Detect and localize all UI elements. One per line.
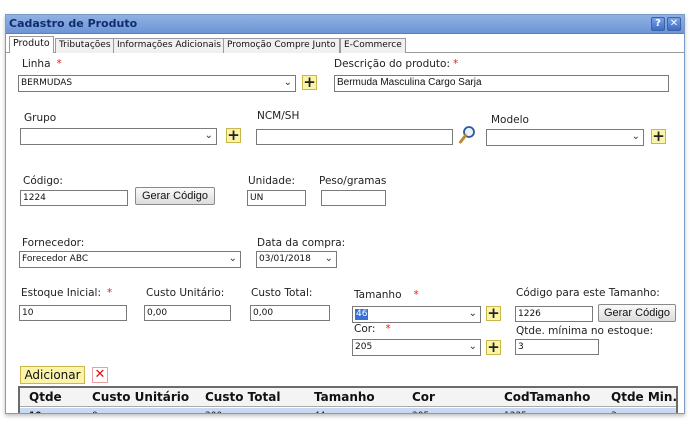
gerar-codigo-button[interactable]: Gerar Código <box>135 187 215 205</box>
cell-cor: 205 <box>412 411 429 413</box>
grupo-label: Grupo <box>24 112 57 124</box>
custo-total-label: Custo Total: <box>251 287 313 299</box>
chevron-down-icon: ⌄ <box>631 131 640 142</box>
add-cor-button[interactable]: + <box>486 340 501 355</box>
col-custo-unitario[interactable]: Custo Unitário <box>92 390 189 404</box>
modelo-label: Modelo <box>491 114 529 126</box>
chevron-down-icon: ⌄ <box>204 130 213 141</box>
add-linha-button[interactable]: + <box>302 75 317 90</box>
col-codtamanho[interactable]: CodTamanho <box>504 390 590 404</box>
custo-unitario-label: Custo Unitário: <box>146 287 225 299</box>
qtde-minima-input[interactable]: 3 <box>515 339 599 355</box>
data-compra-label: Data da compra: <box>257 237 346 249</box>
add-tamanho-button[interactable]: + <box>486 306 501 321</box>
cell-qtde: 10 <box>29 411 42 413</box>
cell-codtamanho: 1225 <box>504 411 527 413</box>
help-button[interactable]: ? <box>651 17 665 31</box>
gerar-codigo-tamanho-button[interactable]: Gerar Código <box>598 304 676 322</box>
qtde-minima-label: Qtde. mínima no estoque: <box>516 325 654 337</box>
descricao-input[interactable]: Bermuda Masculina Cargo Sarja <box>334 75 669 92</box>
custo-unitario-input[interactable]: 0,00 <box>144 305 231 321</box>
chevron-down-icon: ⌄ <box>324 253 333 264</box>
close-button[interactable]: ✕ <box>667 17 681 31</box>
col-custo-total[interactable]: Custo Total <box>205 390 280 404</box>
items-table: Qtde Custo Unitário Custo Total Tamanho … <box>18 386 678 413</box>
tab-strip: Produto Tributações Informações Adiciona… <box>6 36 684 53</box>
tamanho-value: 46 <box>355 309 369 320</box>
linha-select[interactable]: BERMUDAS ⌄ <box>18 75 296 92</box>
ncm-input[interactable] <box>256 129 453 145</box>
codigo-tamanho-input[interactable]: 1226 <box>515 306 593 322</box>
unidade-label: Unidade: <box>248 175 296 187</box>
estoque-inicial-input[interactable]: 10 <box>19 305 127 321</box>
add-modelo-button[interactable]: + <box>651 129 666 144</box>
col-qtde[interactable]: Qtde <box>29 390 62 404</box>
fornecedor-value: Forecedor ABC <box>22 254 89 264</box>
title-bar: Cadastro de Produto ? ✕ <box>6 15 684 34</box>
ncm-label: NCM/SH <box>257 110 300 122</box>
unidade-input[interactable]: UN <box>247 190 306 206</box>
tamanho-select[interactable]: 46 ⌄ <box>352 306 481 323</box>
codigo-tamanho-label: Código para este Tamanho: <box>516 287 660 299</box>
peso-label: Peso/gramas <box>319 175 387 187</box>
codigo-input[interactable]: 1224 <box>20 190 128 206</box>
product-dialog: Cadastro de Produto ? ✕ Produto Tributaç… <box>5 14 685 414</box>
chevron-down-icon: ⌄ <box>468 308 477 319</box>
fornecedor-select[interactable]: Forecedor ABC ⌄ <box>19 251 241 268</box>
cor-value: 205 <box>355 342 373 352</box>
chevron-down-icon: ⌄ <box>228 253 237 264</box>
window-title: Cadastro de Produto <box>9 17 138 30</box>
data-compra-value: 03/01/2018 <box>259 254 311 264</box>
col-qtde-min[interactable]: Qtde Min. <box>611 390 676 404</box>
tab-e-commerce[interactable]: E-Commerce <box>340 38 406 53</box>
descricao-label: Descrição do produto: * <box>334 58 459 70</box>
tab-promocao-compre-junto[interactable]: Promoção Compre Junto <box>223 38 340 53</box>
modelo-select[interactable]: ⌄ <box>486 129 644 146</box>
grupo-select[interactable]: ⌄ <box>20 128 217 145</box>
table-header: Qtde Custo Unitário Custo Total Tamanho … <box>20 388 676 407</box>
peso-input[interactable] <box>321 190 386 206</box>
cell-tamanho: 44 <box>314 411 325 413</box>
adicionar-button[interactable]: Adicionar <box>20 366 85 384</box>
cor-label: Cor: * <box>354 323 391 335</box>
tab-tributacoes[interactable]: Tributações <box>55 38 115 53</box>
table-row[interactable]: 10 0 200 44 205 1225 3 <box>20 408 676 413</box>
linha-label: Linha * <box>22 58 62 70</box>
chevron-down-icon: ⌄ <box>283 77 292 88</box>
codigo-label: Código: <box>23 175 63 187</box>
cor-select[interactable]: 205 ⌄ <box>352 339 481 356</box>
custo-total-input[interactable]: 0,00 <box>250 305 330 321</box>
data-compra-picker[interactable]: 03/01/2018 ⌄ <box>256 251 337 268</box>
estoque-inicial-label: Estoque Inicial: * <box>21 287 113 299</box>
tab-informacoes-adicionais[interactable]: Informações Adicionais <box>113 38 225 53</box>
linha-value: BERMUDAS <box>21 78 73 88</box>
tamanho-label: Tamanho * <box>354 289 419 301</box>
cell-custo-total: 200 <box>205 411 222 413</box>
tab-produto[interactable]: Produto <box>9 36 54 53</box>
col-cor[interactable]: Cor <box>412 390 435 404</box>
magnifier-icon[interactable] <box>458 125 476 145</box>
fornecedor-label: Fornecedor: <box>22 237 85 249</box>
cell-qtde-min: 3 <box>611 411 617 413</box>
chevron-down-icon: ⌄ <box>468 341 477 352</box>
cell-custo-unitario: 0 <box>92 411 98 413</box>
col-tamanho[interactable]: Tamanho <box>314 390 375 404</box>
remove-icon[interactable]: ✕ <box>92 367 108 383</box>
add-grupo-button[interactable]: + <box>226 128 241 143</box>
